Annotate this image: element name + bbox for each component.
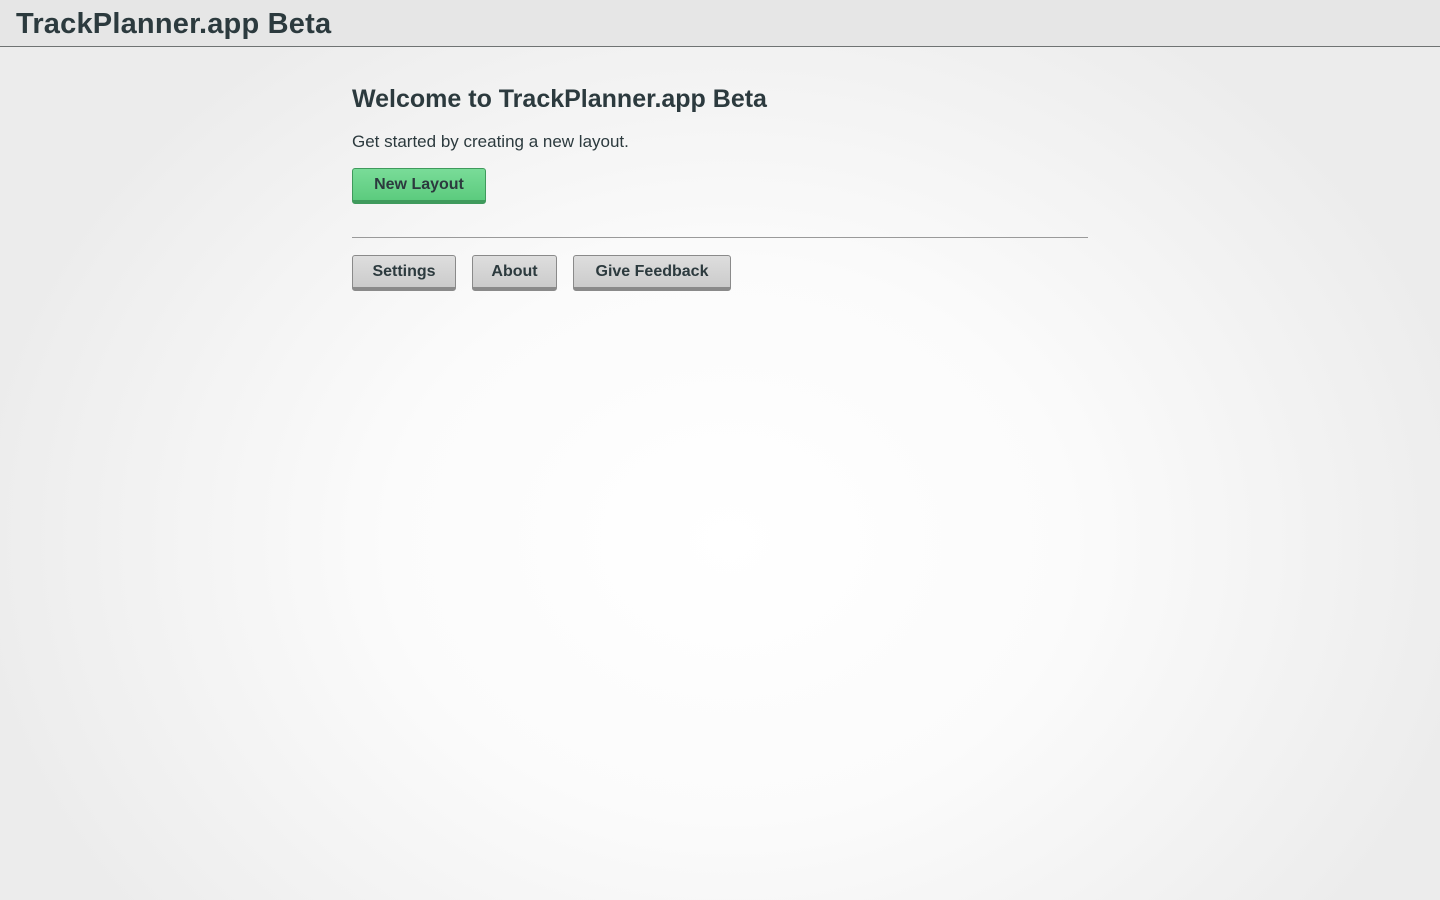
give-feedback-button[interactable]: Give Feedback: [573, 255, 731, 291]
welcome-title: Welcome to TrackPlanner.app Beta: [352, 85, 767, 113]
app-title: TrackPlanner.app Beta: [16, 8, 332, 40]
divider: [352, 237, 1088, 238]
intro-text: Get started by creating a new layout.: [352, 132, 629, 151]
settings-button[interactable]: Settings: [352, 255, 456, 291]
new-layout-button[interactable]: New Layout: [352, 168, 486, 204]
about-button[interactable]: About: [472, 255, 557, 291]
top-bar: TrackPlanner.app Beta: [0, 0, 1440, 47]
